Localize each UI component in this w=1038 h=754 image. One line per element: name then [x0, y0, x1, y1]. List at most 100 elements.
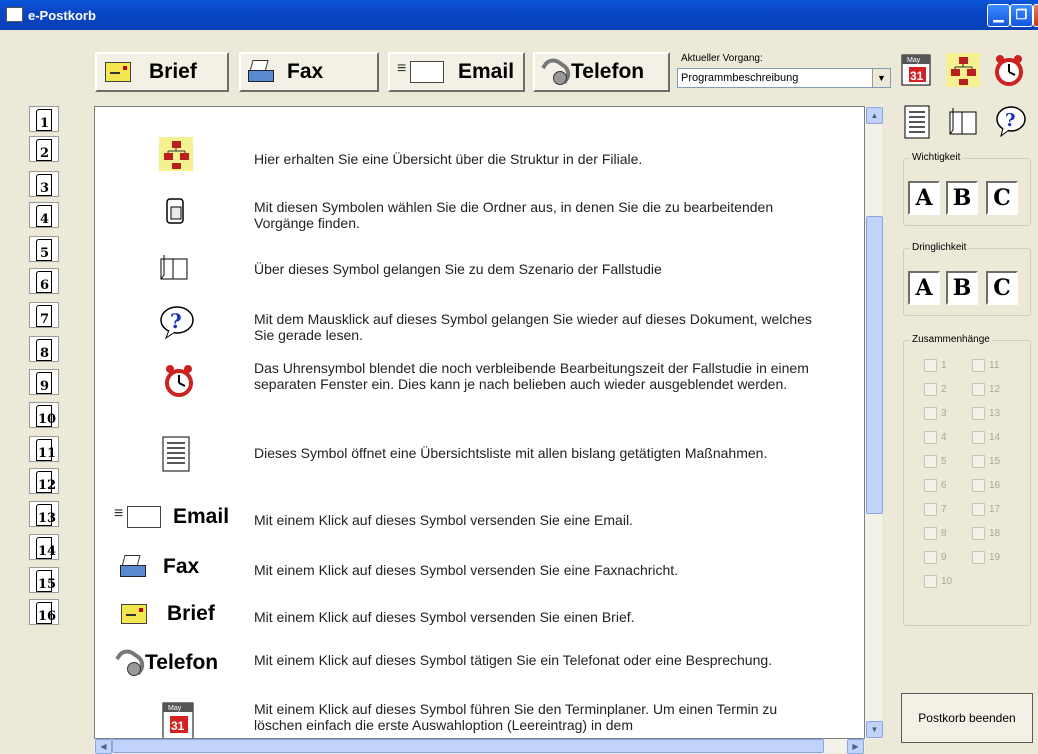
checkbox-box[interactable]: [972, 359, 985, 372]
checkbox-box[interactable]: [924, 527, 937, 540]
checkbox-box[interactable]: [972, 479, 985, 492]
folder-button-2[interactable]: 2: [29, 136, 59, 162]
vertical-scrollbar[interactable]: ▲ ▼: [865, 106, 883, 739]
folder-button-9[interactable]: 9: [29, 369, 59, 395]
zusammenhang-checkbox-9[interactable]: 9: [924, 551, 947, 564]
svg-text:?: ?: [170, 309, 182, 333]
checkbox-box[interactable]: [924, 503, 937, 516]
folder-button-3[interactable]: 3: [29, 171, 59, 197]
list-icon[interactable]: [899, 104, 935, 140]
zusammenhang-checkbox-2[interactable]: 2: [924, 383, 947, 396]
zusammenhang-checkbox-16[interactable]: 16: [972, 479, 1000, 492]
row-text: Mit einem Klick auf dieses Symbol führen…: [254, 701, 778, 733]
alarm-clock-icon: [161, 362, 197, 405]
checkbox-box[interactable]: [924, 407, 937, 420]
folder-button-12[interactable]: 12: [29, 468, 59, 494]
folder-button-14[interactable]: 14: [29, 534, 59, 560]
checkbox-box[interactable]: [924, 359, 937, 372]
checkbox-box[interactable]: [972, 383, 985, 396]
zusammenhang-checkbox-11[interactable]: 11: [972, 359, 999, 372]
checkbox-box[interactable]: [924, 551, 937, 564]
folder-button-6[interactable]: 6: [29, 268, 59, 294]
zusammenhang-checkbox-5[interactable]: 5: [924, 455, 947, 468]
restore-button[interactable]: ❐: [1010, 4, 1033, 27]
horizontal-scroll-thumb[interactable]: [112, 739, 824, 753]
zusammenhang-checkbox-12[interactable]: 12: [972, 383, 1000, 396]
folder-button-1[interactable]: 1: [29, 106, 59, 132]
folder-button-11[interactable]: 11: [29, 436, 59, 462]
brief-button[interactable]: Brief: [95, 52, 229, 92]
folder-button-7[interactable]: 7: [29, 302, 59, 328]
dringlichkeit-b[interactable]: B: [946, 271, 978, 305]
zusammenhang-checkbox-3[interactable]: 3: [924, 407, 947, 420]
row-text: Mit einem Klick auf dieses Symbol tätige…: [254, 652, 773, 668]
zusammenhang-checkbox-15[interactable]: 15: [972, 455, 1000, 468]
close-button[interactable]: [1033, 4, 1038, 27]
brief-label: Brief: [149, 60, 197, 83]
checkbox-box[interactable]: [924, 575, 937, 588]
wichtigkeit-a[interactable]: A: [908, 181, 940, 215]
checkbox-box[interactable]: [972, 503, 985, 516]
email-button[interactable]: Email: [388, 52, 525, 92]
checkbox-box[interactable]: [972, 407, 985, 420]
folder-button-5[interactable]: 5: [29, 236, 59, 262]
scroll-thumb[interactable]: [866, 216, 883, 514]
checkbox-label: 11: [989, 360, 1000, 372]
folder-button-8[interactable]: 8: [29, 336, 59, 362]
zusammenhang-checkbox-19[interactable]: 19: [972, 551, 1000, 564]
dringlichkeit-title: Dringlichkeit: [910, 242, 969, 253]
fax-icon: [119, 555, 146, 579]
zusammenhang-checkbox-1[interactable]: 1: [924, 359, 947, 372]
help-icon[interactable]: ?: [993, 104, 1029, 140]
checkbox-box[interactable]: [924, 455, 937, 468]
scroll-down-button[interactable]: ▼: [866, 721, 883, 738]
chevron-down-icon[interactable]: ▼: [872, 69, 890, 87]
wichtigkeit-title: Wichtigkeit: [910, 152, 963, 163]
zusammenhang-checkbox-13[interactable]: 13: [972, 407, 1000, 420]
zusammenhang-checkbox-4[interactable]: 4: [924, 431, 947, 444]
scroll-right-button[interactable]: ▶: [847, 739, 864, 754]
zusammenhang-checkbox-17[interactable]: 17: [972, 503, 1000, 516]
folder-number: 9: [40, 379, 50, 394]
dringlichkeit-c[interactable]: C: [986, 271, 1018, 305]
scroll-up-button[interactable]: ▲: [866, 107, 883, 124]
checkbox-box[interactable]: [972, 431, 985, 444]
alarm-clock-icon[interactable]: [991, 52, 1027, 88]
book-icon[interactable]: [945, 104, 981, 140]
folder-button-13[interactable]: 13: [29, 501, 59, 527]
fax-button[interactable]: Fax: [239, 52, 379, 92]
zusammenhang-checkbox-14[interactable]: 14: [972, 431, 1000, 444]
scroll-left-button[interactable]: ◀: [95, 739, 112, 754]
minimize-button[interactable]: ▁: [987, 4, 1010, 27]
checkbox-box[interactable]: [924, 479, 937, 492]
email-symbol: Email: [113, 505, 229, 529]
org-chart-icon[interactable]: [945, 52, 981, 88]
folder-number: 7: [40, 312, 50, 327]
svg-text:31: 31: [910, 69, 924, 83]
checkbox-box[interactable]: [924, 383, 937, 396]
horizontal-scrollbar[interactable]: ◀ ▶: [94, 739, 865, 754]
checkbox-label: 8: [941, 528, 947, 540]
zusammenhang-checkbox-6[interactable]: 6: [924, 479, 947, 492]
zusammenhang-checkbox-10[interactable]: 10: [924, 575, 952, 588]
folder-button-15[interactable]: 15: [29, 567, 59, 593]
checkbox-box[interactable]: [972, 551, 985, 564]
folder-button-10[interactable]: 10: [29, 402, 59, 428]
folder-button-16[interactable]: 16: [29, 599, 59, 625]
folder-button-4[interactable]: 4: [29, 202, 59, 228]
zusammenhang-checkbox-8[interactable]: 8: [924, 527, 947, 540]
telefon-button[interactable]: Telefon: [533, 52, 670, 92]
zusammenhang-checkbox-18[interactable]: 18: [972, 527, 1000, 540]
calendar-icon[interactable]: May 31: [899, 52, 935, 88]
wichtigkeit-b[interactable]: B: [946, 181, 978, 215]
checkbox-box[interactable]: [972, 527, 985, 540]
vorgang-select[interactable]: Programmbeschreibung ▼: [677, 68, 891, 88]
row-text: Mit einem Klick auf dieses Symbol versen…: [254, 512, 633, 528]
zusammenhang-checkbox-7[interactable]: 7: [924, 503, 947, 516]
wichtigkeit-c[interactable]: C: [986, 181, 1018, 215]
dringlichkeit-a[interactable]: A: [908, 271, 940, 305]
postkorb-beenden-button[interactable]: Postkorb beenden: [901, 693, 1033, 743]
checkbox-box[interactable]: [924, 431, 937, 444]
checkbox-box[interactable]: [972, 455, 985, 468]
folder-number: 3: [40, 181, 50, 196]
